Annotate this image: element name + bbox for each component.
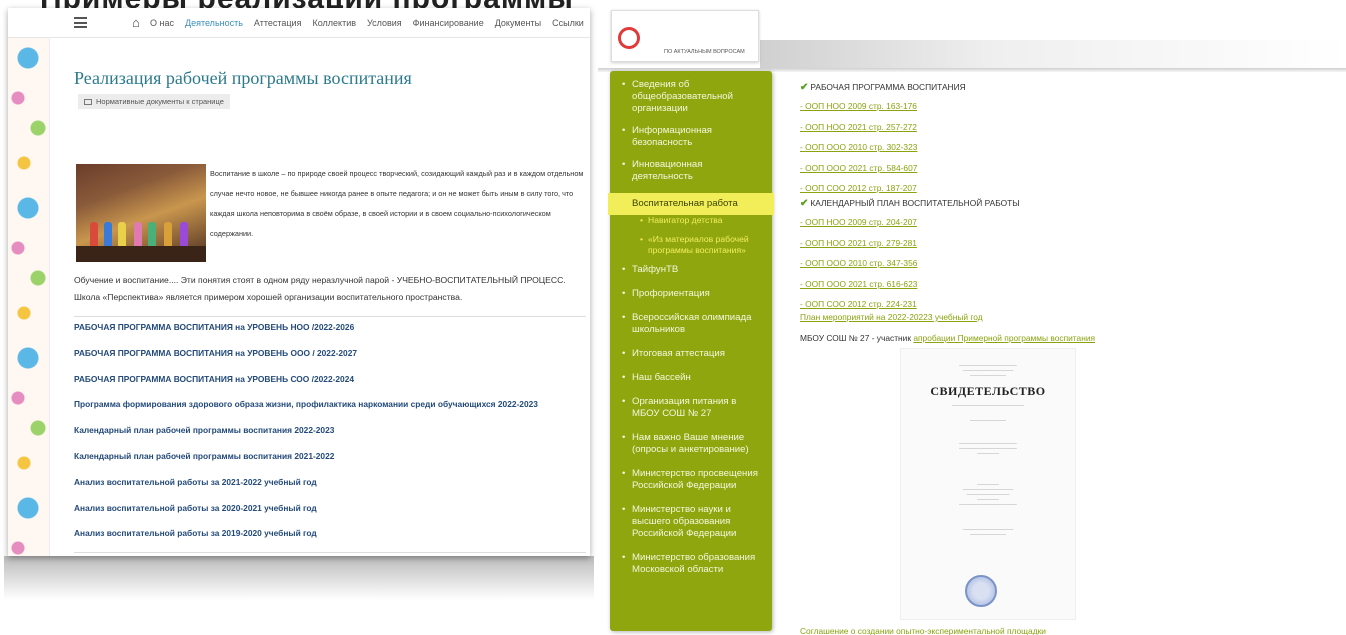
sidebar-item[interactable]: Сведения об общеобразовательной организа… <box>610 79 772 115</box>
sidebar-item[interactable]: Информационная безопасность <box>610 125 772 149</box>
right-browser-window: Сведения об общеобразовательной организа… <box>598 68 1346 635</box>
program-link[interactable]: Анализ воспитательной работы за 2019-202… <box>74 526 586 552</box>
sidebar-item[interactable]: Министерство науки и высшего образования… <box>610 504 772 540</box>
nav-item[interactable]: Деятельность <box>185 18 243 28</box>
nav-item[interactable]: О нас <box>150 18 174 28</box>
participant-label: МБОУ СОШ № 27 - участник <box>800 333 912 343</box>
certificate-line: —————————— <box>970 373 1006 377</box>
nav-menu: О нас Деятельность Аттестация Коллектив Усло… <box>150 18 590 28</box>
events-plan-link[interactable]: План мероприятий на 2022-20223 учебный г… <box>800 312 983 322</box>
program-link[interactable]: Анализ воспитательной работы за 2020-202… <box>74 501 586 527</box>
badge-text: по актуальным вопросам <box>664 49 745 55</box>
hotline-logo-icon <box>618 27 640 49</box>
sidebar-item[interactable]: Профориентация <box>610 288 772 300</box>
photo-figure <box>164 222 172 248</box>
page-title: Реализация рабочей программы воспитания <box>74 68 412 88</box>
participant-text: МБОУ СОШ № 27 - участник апробации Приме… <box>800 333 1095 343</box>
folder-icon <box>84 99 92 106</box>
hotline-badge[interactable]: по актуальным вопросам <box>611 10 759 62</box>
sidebar-subitem[interactable]: «Из материалов рабочей программы воспита… <box>610 234 772 256</box>
page-range-link[interactable]: - ООП НОО 2021 стр. 279-281 <box>800 238 917 248</box>
sidebar-item[interactable]: ТайфунТВ <box>610 264 772 276</box>
checkmark-icon: ✔ <box>800 82 809 93</box>
page-range-link[interactable]: - ООП СОО 2012 стр. 224-231 <box>800 299 917 309</box>
divider <box>74 316 586 317</box>
certificate-line: ———————————————— <box>959 502 1017 506</box>
certificate-image[interactable]: ———————————————— —————————————— ————————… <box>900 348 1076 620</box>
certificate-line: ———————————————————— <box>952 403 1024 407</box>
sidebar-item[interactable]: Министерство просвещения Российской Феде… <box>610 468 772 492</box>
page-range-link[interactable]: - ООП ООО 2021 стр. 616-623 <box>800 279 917 289</box>
photo-figure <box>118 222 126 248</box>
photo-figure <box>148 222 156 248</box>
certificate-line: —————————— <box>970 418 1006 422</box>
sidebar-item[interactable]: Всероссийская олимпиада школьников <box>610 312 772 336</box>
certificate-title: СВИДЕТЕЛЬСТВО <box>930 384 1046 398</box>
left-browser-window: ⌂ О нас Деятельность Аттестация Коллектив Ус… <box>8 8 590 556</box>
menu-icon[interactable] <box>74 17 87 28</box>
decorative-pattern <box>8 38 50 556</box>
sidebar-item[interactable]: Организация питания в МБОУ СОШ № 27 <box>610 396 772 420</box>
window-edge-shadow <box>760 40 1346 68</box>
program-link[interactable]: Программа формирования здорового образа … <box>74 397 586 423</box>
program-link[interactable]: РАБОЧАЯ ПРОГРАММА ВОСПИТАНИЯ на УРОВЕНЬ … <box>74 346 586 372</box>
section-heading-program-text: РАБОЧАЯ ПРОГРАММА ВОСПИТАНИЯ <box>810 82 966 92</box>
program-link[interactable]: Календарный план рабочей программы воспи… <box>74 449 586 475</box>
divider <box>74 552 586 553</box>
normative-docs-label: Нормативные документы к странице <box>96 97 224 106</box>
section-heading-program: ✔ РАБОЧАЯ ПРОГРАММА ВОСПИТАНИЯ <box>800 82 966 93</box>
photo-figure <box>104 222 112 248</box>
page-range-link[interactable]: - ООП СОО 2012 стр. 187-207 <box>800 183 917 193</box>
photo-figure <box>180 222 188 248</box>
nav-item[interactable]: Аттестация <box>254 18 302 28</box>
left-window-shadow <box>4 556 594 600</box>
page-range-link[interactable]: - ООП ООО 2010 стр. 347-356 <box>800 258 917 268</box>
certificate-seal <box>965 575 997 607</box>
sidebar-item[interactable]: Наш бассейн <box>610 372 772 384</box>
photo-stage <box>76 246 206 262</box>
nav-item[interactable]: Условия <box>367 18 402 28</box>
approbation-link[interactable]: апробации Примерной программы воспитания <box>913 333 1095 343</box>
program-link[interactable]: РАБОЧАЯ ПРОГРАММА ВОСПИТАНИЯ на УРОВЕНЬ … <box>74 320 586 346</box>
agreement-link[interactable]: Соглашение о создании опытно-эксперимент… <box>800 626 1046 635</box>
certificate-line: —————————— <box>970 532 1006 536</box>
school-photo <box>76 164 206 262</box>
normative-docs-link[interactable]: Нормативные документы к странице <box>78 94 230 109</box>
certificate-line: —————— <box>977 451 999 455</box>
nav-item[interactable]: Финансирование <box>413 18 484 28</box>
program-link[interactable]: Анализ воспитательной работы за 2021-202… <box>74 475 586 501</box>
intro-paragraph: Обучение и воспитание.... Эти понятия ст… <box>74 275 566 302</box>
sidebar-subitem[interactable]: Навигатор детства <box>610 215 772 226</box>
page-range-link[interactable]: - ООП ООО 2021 стр. 584-607 <box>800 163 917 173</box>
page-range-link[interactable]: - ООП НОО 2009 стр. 163-176 <box>800 101 917 111</box>
nav-item[interactable]: Коллектив <box>312 18 356 28</box>
section-heading-calendar: ✔ КАЛЕНДАРНЫЙ ПЛАН ВОСПИТАТЕЛЬНОЙ РАБОТЫ <box>800 198 1020 209</box>
top-navigation: ⌂ О нас Деятельность Аттестация Коллектив Ус… <box>8 8 590 38</box>
page-range-link[interactable]: - ООП НОО 2021 стр. 257-272 <box>800 122 917 132</box>
program-link[interactable]: РАБОЧАЯ ПРОГРАММА ВОСПИТАНИЯ на УРОВЕНЬ … <box>74 372 586 398</box>
section-heading-calendar-text: КАЛЕНДАРНЫЙ ПЛАН ВОСПИТАТЕЛЬНОЙ РАБОТЫ <box>810 198 1020 208</box>
home-icon[interactable]: ⌂ <box>132 16 140 29</box>
photo-figure <box>90 222 98 248</box>
program-links: РАБОЧАЯ ПРОГРАММА ВОСПИТАНИЯ на УРОВЕНЬ … <box>74 320 586 552</box>
checkmark-icon: ✔ <box>800 198 809 209</box>
program-link[interactable]: Календарный план рабочей программы воспи… <box>74 423 586 449</box>
sidebar-menu: Сведения об общеобразовательной организа… <box>608 71 774 631</box>
page-range-link[interactable]: - ООП НОО 2009 стр. 204-207 <box>800 217 917 227</box>
sidebar-item[interactable]: Воспитательная работа <box>608 193 774 215</box>
sidebar-item[interactable]: Нам важно Ваше мнение (опросы и анкетиро… <box>610 432 772 456</box>
photo-figure <box>134 222 142 248</box>
nav-item[interactable]: Ссылки <box>552 18 584 28</box>
sidebar-item[interactable]: Министерство образования Московской обла… <box>610 552 772 576</box>
sidebar-item[interactable]: Инновационная деятельность <box>610 159 772 183</box>
intro-text: Воспитание в школе – по природе своей пр… <box>210 169 584 238</box>
nav-item[interactable]: Документы <box>495 18 541 28</box>
page-range-link[interactable]: - ООП ООО 2010 стр. 302-323 <box>800 142 917 152</box>
sidebar-item[interactable]: Итоговая аттестация <box>610 348 772 360</box>
